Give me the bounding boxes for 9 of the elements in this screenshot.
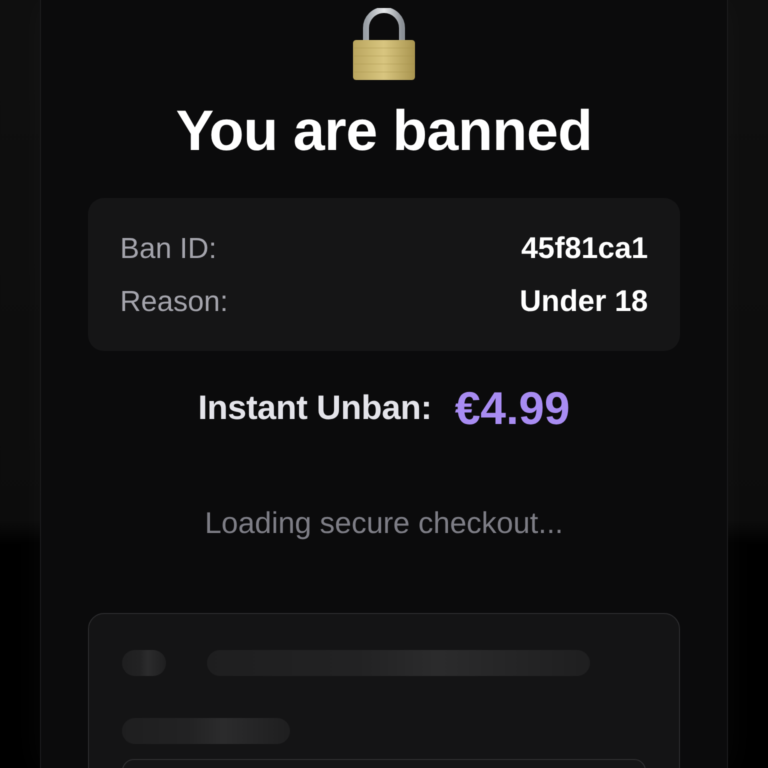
offer-label: Instant Unban: — [198, 391, 432, 425]
loading-status-text: Loading secure checkout... — [204, 509, 564, 539]
padlock-icon — [351, 8, 417, 80]
price-text: €4.99 — [454, 385, 570, 431]
detail-label: Ban ID: — [120, 234, 217, 264]
page-title: You are banned — [176, 103, 592, 160]
detail-label: Reason: — [120, 288, 228, 316]
detail-value: 45f81ca1 — [521, 234, 648, 264]
detail-value: Under 18 — [520, 287, 648, 317]
